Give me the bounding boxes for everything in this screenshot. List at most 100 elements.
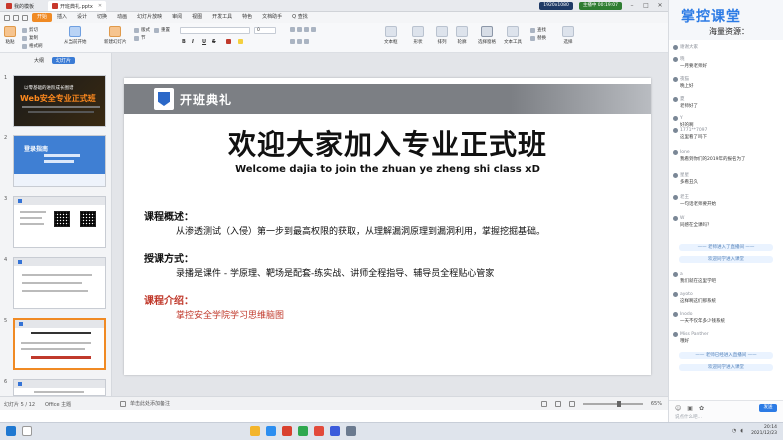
format-painter-button[interactable]: 格式刷 (22, 43, 43, 49)
new-slide-button[interactable]: 新建幻灯片 (104, 26, 127, 45)
section-body-method[interactable]: 录播是课件 - 学原理、靶场是配套-练实战、讲师全程指导、辅导员全程贴心管家 (176, 266, 494, 279)
flower-icon[interactable]: ✿ (699, 405, 704, 412)
textbox-button[interactable]: 文本框 (384, 26, 398, 45)
chat-input[interactable]: 说点什么吧… (675, 414, 702, 420)
font-color-button[interactable] (226, 39, 231, 44)
strikethrough-button[interactable]: S (212, 39, 216, 45)
select-pane-button[interactable]: 选择窗格 (478, 26, 496, 45)
section-heading-overview[interactable]: 课程概述： (144, 208, 194, 223)
play-from-current-button[interactable]: 从当前开始 (64, 26, 87, 45)
wechat-icon[interactable] (298, 426, 308, 436)
format-painter-label: 格式刷 (29, 44, 43, 49)
volume-icon[interactable]: ◖ (740, 428, 743, 434)
undo-icon[interactable] (22, 14, 28, 21)
settings-icon[interactable] (346, 426, 356, 436)
qq-icon[interactable] (330, 426, 340, 436)
tab-document[interactable]: 开班典礼.pptx ✕ (48, 1, 107, 11)
menu-transitions[interactable]: 切换 (92, 13, 112, 22)
underline-button[interactable]: U (202, 39, 206, 45)
replace-button[interactable]: 替换 (530, 35, 546, 41)
font-size-select[interactable]: 0 (254, 27, 276, 34)
menu-search[interactable]: Q 查找 (287, 13, 313, 22)
align-left-button[interactable] (290, 27, 316, 32)
menu-home[interactable]: 开始 (32, 13, 53, 22)
send-button[interactable]: 发送 (759, 404, 777, 412)
font-name-select[interactable] (180, 27, 250, 34)
sorter-view-icon[interactable] (554, 401, 561, 407)
tab-templates[interactable]: 我的模板 (2, 1, 38, 11)
menu-developer[interactable]: 开发工具 (207, 13, 237, 22)
select-button[interactable]: 选择 (562, 26, 574, 45)
message-author: lone (680, 150, 690, 155)
menu-animations[interactable]: 动画 (112, 13, 132, 22)
search-icon[interactable] (22, 426, 32, 436)
shape-button[interactable]: 形状 (412, 26, 424, 45)
minimize-icon[interactable]: – (628, 2, 636, 10)
section-body-intro[interactable]: 掌控安全学院学习思维脑图 (176, 308, 284, 321)
reading-view-icon[interactable] (568, 401, 575, 407)
cut-button[interactable]: 剪切 (22, 27, 38, 33)
file-explorer-icon[interactable] (250, 426, 260, 436)
slide-thumbnail-6[interactable] (13, 379, 106, 396)
layout-button[interactable]: 版式 (134, 27, 150, 33)
notes-area[interactable]: 单击此处添加备注 (120, 400, 170, 407)
arrange-button[interactable]: 排列 (436, 26, 448, 45)
message-text: 一天不仅年多少钱系统 (680, 319, 725, 324)
section-heading-intro[interactable]: 课程介绍： (144, 292, 194, 307)
slide-subtitle[interactable]: Welcome dajia to join the zhuan ye zheng… (124, 164, 651, 175)
close-window-icon[interactable]: ✕ (656, 2, 664, 10)
section-heading-method[interactable]: 授课方式： (144, 250, 194, 265)
outline-icon (456, 26, 468, 37)
paste-button[interactable]: 粘贴 (4, 26, 16, 45)
clock[interactable]: 20:14 2021/12/23 (751, 425, 777, 437)
banner-title[interactable]: 开班典礼 (180, 91, 232, 108)
menu-review[interactable]: 审阅 (167, 13, 187, 22)
tab-slides[interactable]: 幻灯片 (52, 57, 76, 64)
title-bar-right: 1920x1080 主播中 00:19:07 – □ ✕ (539, 1, 664, 11)
italic-button[interactable]: I (192, 39, 194, 45)
menu-insert[interactable]: 插入 (52, 13, 72, 22)
menu-doc-assistant[interactable]: 文档助手 (257, 13, 287, 22)
zoom-slider[interactable] (582, 401, 643, 407)
text-tools-button[interactable]: 文本工具 (504, 26, 522, 45)
highlight-button[interactable] (238, 39, 243, 44)
menu-slideshow[interactable]: 幻灯片放映 (132, 13, 167, 22)
outline-button[interactable]: 轮廓 (456, 26, 468, 45)
menu-design[interactable]: 设计 (72, 13, 92, 22)
section-body-overview[interactable]: 从渗透测试（入侵）第一步到最高权限的获取，从理解漏洞原理到漏洞利用，掌握挖掘基础… (176, 224, 545, 237)
slide-thumbnail-1[interactable]: 以零基础的进阶成长图谱 Web安全专业正式班 (13, 75, 106, 127)
live-status-badge[interactable]: 主播中 00:19:07 (578, 2, 622, 10)
section-button[interactable]: 节 (134, 35, 146, 41)
emoji-icon[interactable]: ☺ (675, 405, 681, 412)
notes-placeholder[interactable]: 单击此处添加备注 (130, 400, 170, 407)
tab-outline[interactable]: 大纲 (34, 57, 44, 64)
network-icon[interactable]: ◔ (732, 428, 736, 434)
find-button[interactable]: 查找 (530, 27, 546, 33)
slide-thumbnail-5[interactable] (13, 318, 106, 370)
menu-view[interactable]: 视图 (187, 13, 207, 22)
bullet-list-button[interactable] (290, 39, 309, 44)
normal-view-icon[interactable] (540, 401, 547, 407)
slide-thumbnail-3[interactable] (13, 196, 106, 248)
qr-code-icon (80, 211, 96, 227)
menu-special[interactable]: 特色 (237, 13, 257, 22)
current-slide[interactable]: 开班典礼 欢迎大家加入专业正式班 Welcome dajia to join t… (124, 78, 651, 375)
reset-button[interactable]: 重置 (154, 27, 170, 33)
edge-icon[interactable] (266, 426, 276, 436)
close-tab-icon[interactable]: ✕ (98, 3, 102, 9)
obs-icon[interactable] (314, 426, 324, 436)
maximize-icon[interactable]: □ (642, 2, 650, 10)
slide-thumbnail-4[interactable] (13, 257, 106, 309)
copy-button[interactable]: 复制 (22, 35, 38, 41)
wps-app-icon[interactable] (282, 426, 292, 436)
bold-button[interactable]: B (182, 39, 186, 45)
slide-canvas[interactable]: 开班典礼 欢迎大家加入专业正式班 Welcome dajia to join t… (112, 53, 668, 396)
slide-main-title[interactable]: 欢迎大家加入专业正式班 (124, 123, 651, 163)
image-icon[interactable]: ▣ (687, 405, 693, 412)
chat-input-area[interactable]: ☺ ▣ ✿ 发送 说点什么吧… (669, 400, 783, 422)
slide-thumbnail-2[interactable]: 登录指南 (13, 135, 106, 187)
save-icon[interactable] (4, 14, 10, 21)
start-icon[interactable] (6, 426, 16, 436)
zoom-level[interactable]: 65% (651, 401, 662, 407)
print-icon[interactable] (13, 14, 19, 21)
